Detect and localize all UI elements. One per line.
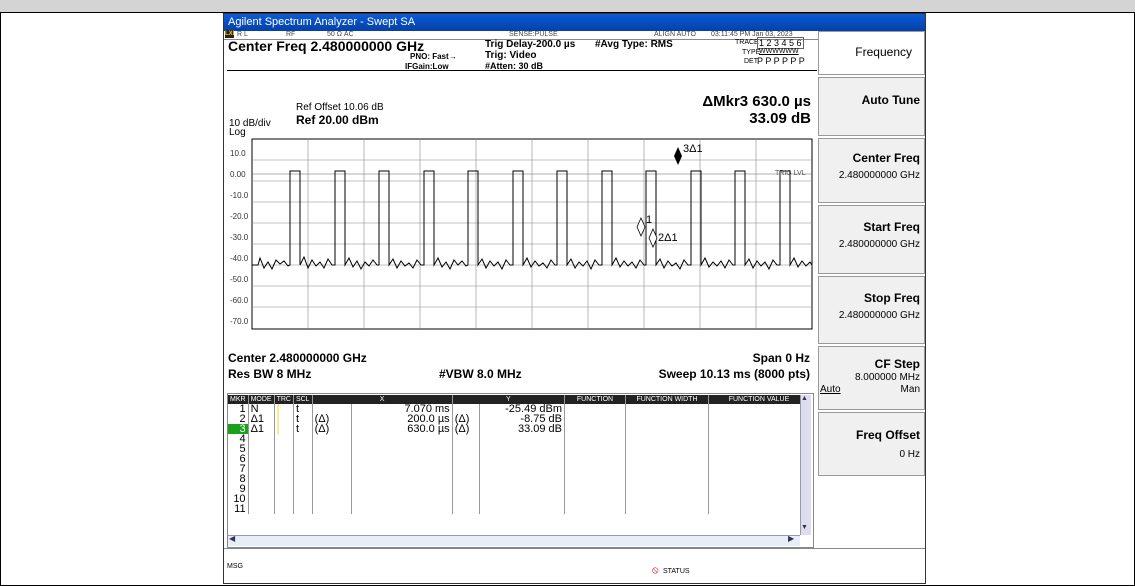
status-icon: ⦸ [652,565,659,576]
start-freq-button[interactable]: Start Freq 2.480000000 GHz [818,205,925,274]
y-tick-7: -60.0 [230,296,249,305]
status-button[interactable]: ⦸ STATUS [652,560,698,576]
vbw-readout: #VBW 8.0 MHz [439,367,522,381]
cf-step-auto: Auto [820,384,841,395]
marker-2-label: 2Δ1 [658,232,678,244]
cell-y: 33.09 dB [479,424,566,435]
cell-y-delta: (Δ) [452,424,480,435]
marker-1-label: 1 [646,214,653,226]
top-bar [0,0,1135,13]
scroll-up-icon[interactable]: ▲ [801,395,808,402]
center-freq-button[interactable]: Center Freq 2.480000000 GHz [818,138,925,203]
start-freq-label: Start Freq [863,220,920,234]
cell-trc: | [274,424,294,435]
col-function-value: FUNCTION VALUE [708,395,810,404]
trace-graticule [251,138,813,330]
trig-level-label: TRIG LVL [775,170,806,177]
col-function: FUNCTION [564,395,626,404]
table-row[interactable]: 4 [228,434,810,445]
marker-table: MKR MODE TRC SCL X Y FUNCTION FUNCTION W… [228,395,810,515]
y-tick-5: -40.0 [230,254,249,263]
stop-freq-button[interactable]: Stop Freq 2.480000000 GHz [818,276,925,344]
menu-title-label: Frequency [855,45,912,59]
start-freq-value: 2.480000000 GHz [838,239,920,250]
cell-mkr: 11 [228,504,249,515]
res-bw-readout: Res BW 8 MHz [228,367,312,381]
analyzer-window: Agilent Spectrum Analyzer - Swept SA LXI… [223,13,926,584]
sweep-readout: Sweep 10.13 ms (8000 pts) [658,367,810,381]
y-tick-3: -20.0 [230,212,249,221]
cell-x: 630.0 µs [351,424,453,435]
auto-tune-button[interactable]: Auto Tune [818,77,925,136]
table-row[interactable]: 3 Δ1 | t (Δ) 630.0 µs (Δ) 33.09 dB [228,424,810,435]
softkey-empty [818,478,925,546]
table-row[interactable]: 6 [228,454,810,465]
marker-3-label: 3Δ1 [683,143,703,155]
cf-step-button[interactable]: CF Step 8.000000 MHz Auto Man [818,346,925,410]
center-freq-label: Center Freq [852,151,920,165]
span-readout: Span 0 Hz [752,351,810,365]
cf-step-man: Man [900,384,920,395]
y-tick-8: -70.0 [230,317,249,326]
y-tick-6: -50.0 [230,275,249,284]
table-row[interactable]: 11 [228,504,810,515]
table-row[interactable]: 9 [228,484,810,495]
freq-offset-label: Freq Offset [855,428,920,442]
y-tick-0: 10.0 [230,149,246,158]
y-tick-2: -10.0 [230,191,249,200]
y-tick-4: -30.0 [230,233,249,242]
table-vertical-scrollbar[interactable] [800,395,811,535]
table-row[interactable]: 5 [228,444,810,455]
msg-label: MSG [227,563,243,570]
scroll-left-icon[interactable]: ◀ [229,534,235,543]
cell-scl: t [293,424,313,435]
cell-x-delta: (Δ) [312,424,353,435]
center-freq-value: 2.480000000 GHz [838,170,920,181]
scroll-right-icon[interactable]: ▶ [788,534,794,543]
center-readout: Center 2.480000000 GHz [228,351,367,365]
stop-freq-value: 2.480000000 GHz [838,310,920,321]
cf-step-value: 8.000000 MHz [854,372,920,383]
freq-offset-value: 0 Hz [899,449,920,460]
cell-mode: Δ1 [248,424,275,435]
softkey-menu-title: Frequency [818,31,925,75]
msg-divider [224,548,925,549]
status-label: STATUS [662,568,690,575]
table-row[interactable]: 8 [228,474,810,485]
y-tick-1: 0.00 [230,170,246,179]
scroll-down-icon[interactable]: ▼ [801,524,808,531]
cf-step-label: CF Step [874,357,920,371]
col-function-width: FUNCTION WIDTH [625,395,709,404]
table-row[interactable]: 7 [228,464,810,475]
stop-freq-label: Stop Freq [864,291,920,305]
table-row[interactable]: 10 [228,494,810,505]
freq-offset-button[interactable]: Freq Offset 0 Hz [818,412,925,476]
auto-tune-label: Auto Tune [861,93,920,107]
table-horizontal-scrollbar[interactable] [228,535,800,546]
